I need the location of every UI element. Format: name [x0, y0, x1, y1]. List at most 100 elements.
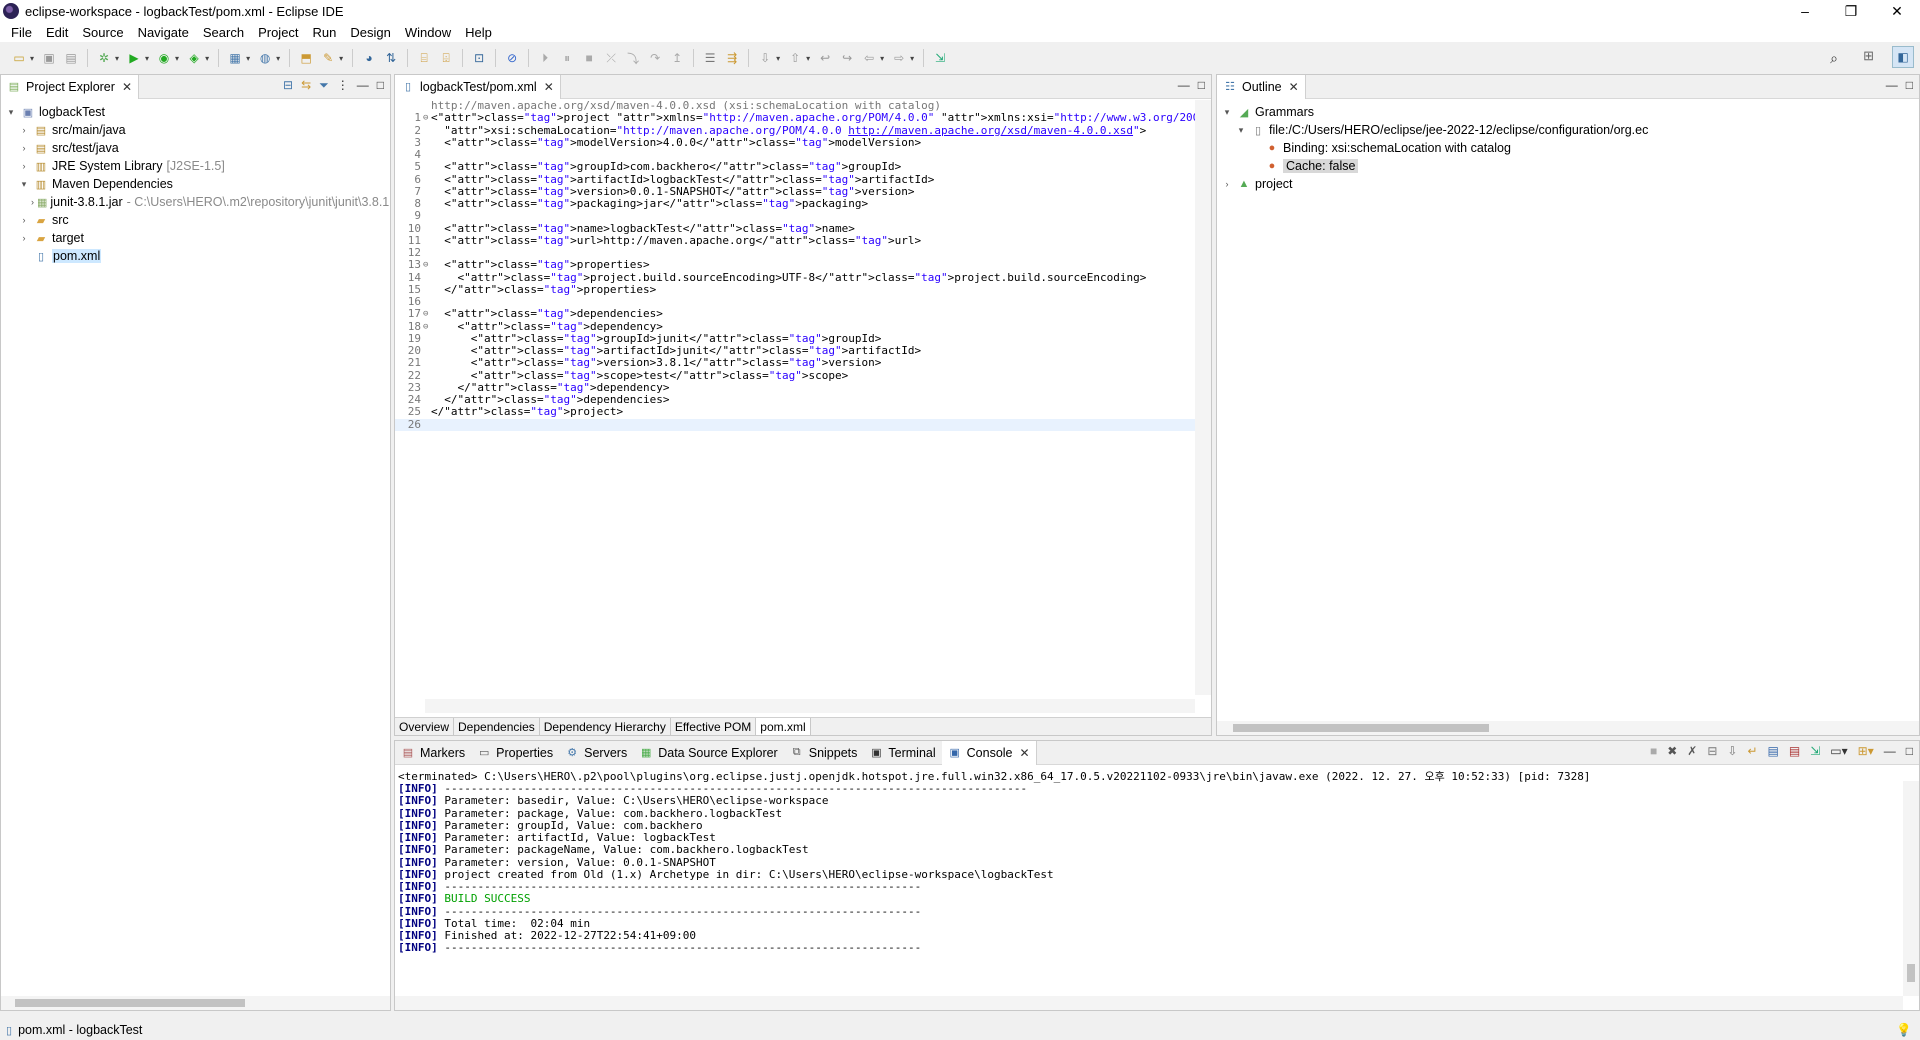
- tree-item[interactable]: ▾ ▣ logbackTest: [5, 103, 386, 121]
- back-dropdown-icon[interactable]: ▾: [880, 54, 884, 63]
- editor-tab-dependencies[interactable]: Dependencies: [454, 718, 540, 735]
- scroll-lock-icon[interactable]: ⇩: [1727, 744, 1737, 758]
- external-tools-icon[interactable]: ◈: [186, 50, 202, 66]
- tab-pom-xml[interactable]: ▯ logbackTest/pom.xml ✕: [395, 74, 561, 99]
- show-whitespace-icon[interactable]: ⊡: [471, 50, 487, 66]
- view-menu-icon[interactable]: ⋮: [337, 78, 349, 93]
- outline-item[interactable]: ● Cache: false: [1221, 157, 1915, 175]
- back-icon[interactable]: ⇦: [861, 50, 877, 66]
- new-server-dropdown-icon[interactable]: ▾: [246, 54, 250, 63]
- expanded-arrow-icon[interactable]: ▾: [1221, 107, 1233, 118]
- new-icon[interactable]: ▭: [11, 50, 27, 66]
- back-history-icon[interactable]: ↪: [839, 50, 855, 66]
- tab-terminal[interactable]: ▣ Terminal: [863, 741, 941, 765]
- maximize-icon[interactable]: □: [1198, 78, 1205, 92]
- code-line[interactable]: 22 <"attr">class="tag">scope>test</"attr…: [395, 369, 1211, 382]
- horizontal-scrollbar[interactable]: [395, 996, 1903, 1010]
- scrollbar-thumb[interactable]: [1233, 724, 1489, 732]
- last-edit-location-icon[interactable]: ↩: [817, 50, 833, 66]
- web-services-icon[interactable]: ⇅: [383, 50, 399, 66]
- menu-help[interactable]: Help: [458, 25, 499, 40]
- close-button[interactable]: ✕: [1874, 0, 1920, 22]
- maximize-icon[interactable]: □: [1906, 78, 1913, 92]
- code-line[interactable]: 14 <"attr">class="tag">project.build.sou…: [395, 271, 1211, 284]
- collapsed-arrow-icon[interactable]: ›: [18, 233, 30, 243]
- debug-icon[interactable]: ✲: [96, 50, 112, 66]
- new-server-icon[interactable]: ▦: [227, 50, 243, 66]
- horizontal-scrollbar[interactable]: [425, 699, 1195, 713]
- code-line[interactable]: 6 <"attr">class="tag">artifactId>logback…: [395, 173, 1211, 186]
- code-lines[interactable]: 1 ⊖ <"attr">class="tag">project "attr">xml…: [395, 111, 1211, 431]
- minimize-icon[interactable]: —: [357, 78, 369, 93]
- tree-item[interactable]: ▾ ▥ Maven Dependencies: [5, 175, 386, 193]
- expanded-arrow-icon[interactable]: ▾: [1235, 125, 1247, 136]
- pin-console-icon[interactable]: ⇲: [1810, 744, 1820, 758]
- code-line[interactable]: 21 <"attr">class="tag">version>3.8.1</"a…: [395, 356, 1211, 369]
- tab-properties[interactable]: ▭ Properties: [471, 741, 559, 765]
- horizontal-scrollbar[interactable]: [1217, 721, 1919, 735]
- next-edit-dropdown-icon[interactable]: ▾: [776, 54, 780, 63]
- collapsed-arrow-icon[interactable]: ›: [18, 125, 30, 135]
- collapse-all-icon[interactable]: ⊟: [283, 78, 293, 93]
- lightbulb-icon[interactable]: 💡: [1896, 1023, 1912, 1038]
- tree-item[interactable]: ▯ pom.xml: [5, 247, 386, 265]
- minimize-button[interactable]: –: [1782, 0, 1828, 22]
- search-icon[interactable]: ⌕: [1830, 50, 1838, 67]
- coverage-icon[interactable]: ◉: [156, 50, 172, 66]
- remove-launch-icon[interactable]: ✖: [1667, 744, 1677, 758]
- open-type-icon[interactable]: ⬒: [298, 50, 314, 66]
- menu-design[interactable]: Design: [343, 25, 397, 40]
- code-line[interactable]: 17 ⊖ <"attr">class="tag">dependencies>: [395, 307, 1211, 320]
- save-all-icon[interactable]: ▤: [63, 50, 79, 66]
- tab-project-explorer[interactable]: ▤ Project Explorer ✕: [1, 74, 139, 99]
- outline-item[interactable]: ▾ ▯ file:/C:/Users/HERO/eclipse/jee-2022-1…: [1221, 121, 1915, 139]
- collapsed-arrow-icon[interactable]: ›: [18, 143, 30, 153]
- code-line[interactable]: 8 <"attr">class="tag">packaging>jar</"at…: [395, 197, 1211, 210]
- collapsed-arrow-icon[interactable]: ›: [18, 215, 30, 225]
- fold-toggle-icon[interactable]: ⊖: [423, 112, 431, 124]
- menu-search[interactable]: Search: [196, 25, 251, 40]
- menu-edit[interactable]: Edit: [39, 25, 75, 40]
- coverage-dropdown-icon[interactable]: ▾: [175, 54, 179, 63]
- code-editor[interactable]: http://maven.apache.org/xsd/maven-4.0.0.…: [395, 100, 1211, 695]
- toggle-block-icon[interactable]: ⌹: [438, 50, 454, 66]
- close-icon[interactable]: ✕: [544, 80, 554, 94]
- editor-tab-dependency-hierarchy[interactable]: Dependency Hierarchy: [540, 718, 671, 735]
- tree-item[interactable]: › ▰ target: [5, 229, 386, 247]
- code-line[interactable]: 26: [395, 418, 1211, 431]
- tab-servers[interactable]: ⚙ Servers: [559, 741, 633, 765]
- remove-all-launches-icon[interactable]: ✗: [1687, 744, 1697, 758]
- tree-item[interactable]: › ▤ src/test/java: [5, 139, 386, 157]
- run-icon[interactable]: ▶: [126, 50, 142, 66]
- expanded-arrow-icon[interactable]: ▾: [5, 107, 17, 118]
- code-line[interactable]: 15 </"attr">class="tag">properties>: [395, 283, 1211, 296]
- prev-edit-icon[interactable]: ⇧: [787, 50, 803, 66]
- fold-toggle-icon[interactable]: ⊖: [423, 259, 431, 271]
- show-on-stderr-icon[interactable]: ▤: [1789, 744, 1800, 758]
- editor-tab-effective-pom[interactable]: Effective POM: [671, 718, 757, 735]
- code-line[interactable]: 5 <"attr">class="tag">groupId>com.backhe…: [395, 160, 1211, 173]
- collapsed-arrow-icon[interactable]: ›: [18, 161, 30, 171]
- tab-snippets[interactable]: ⧉ Snippets: [784, 741, 864, 765]
- maximize-icon[interactable]: □: [377, 78, 384, 93]
- new-class-dropdown-icon[interactable]: ▾: [276, 54, 280, 63]
- tab-data-source-explorer[interactable]: ▦ Data Source Explorer: [633, 741, 784, 765]
- tab-outline[interactable]: ☷ Outline ✕: [1217, 74, 1306, 99]
- skip-breakpoints-icon[interactable]: ⊘: [504, 50, 520, 66]
- outline-item[interactable]: › ▲ project: [1221, 175, 1915, 193]
- menu-project[interactable]: Project: [251, 25, 305, 40]
- collapsed-arrow-icon[interactable]: ›: [31, 197, 34, 207]
- display-console-icon[interactable]: ▭▾: [1830, 744, 1847, 758]
- external-tools-dropdown-icon[interactable]: ▾: [205, 54, 209, 63]
- new-dropdown-icon[interactable]: ▾: [30, 54, 34, 63]
- fold-toggle-icon[interactable]: ⊖: [423, 308, 431, 320]
- clear-console-icon[interactable]: ⊟: [1707, 744, 1717, 758]
- code-line[interactable]: 25 </"attr">class="tag">project>: [395, 405, 1211, 418]
- open-console-icon[interactable]: ⊞▾: [1858, 744, 1874, 758]
- tab-console[interactable]: ▣ Console ✕: [941, 740, 1037, 765]
- forward-dropdown-icon[interactable]: ▾: [910, 54, 914, 63]
- next-edit-icon[interactable]: ⇩: [757, 50, 773, 66]
- outline-item[interactable]: ▾ ◢ Grammars: [1221, 103, 1915, 121]
- scrollbar-thumb[interactable]: [15, 999, 245, 1007]
- menu-file[interactable]: File: [4, 25, 39, 40]
